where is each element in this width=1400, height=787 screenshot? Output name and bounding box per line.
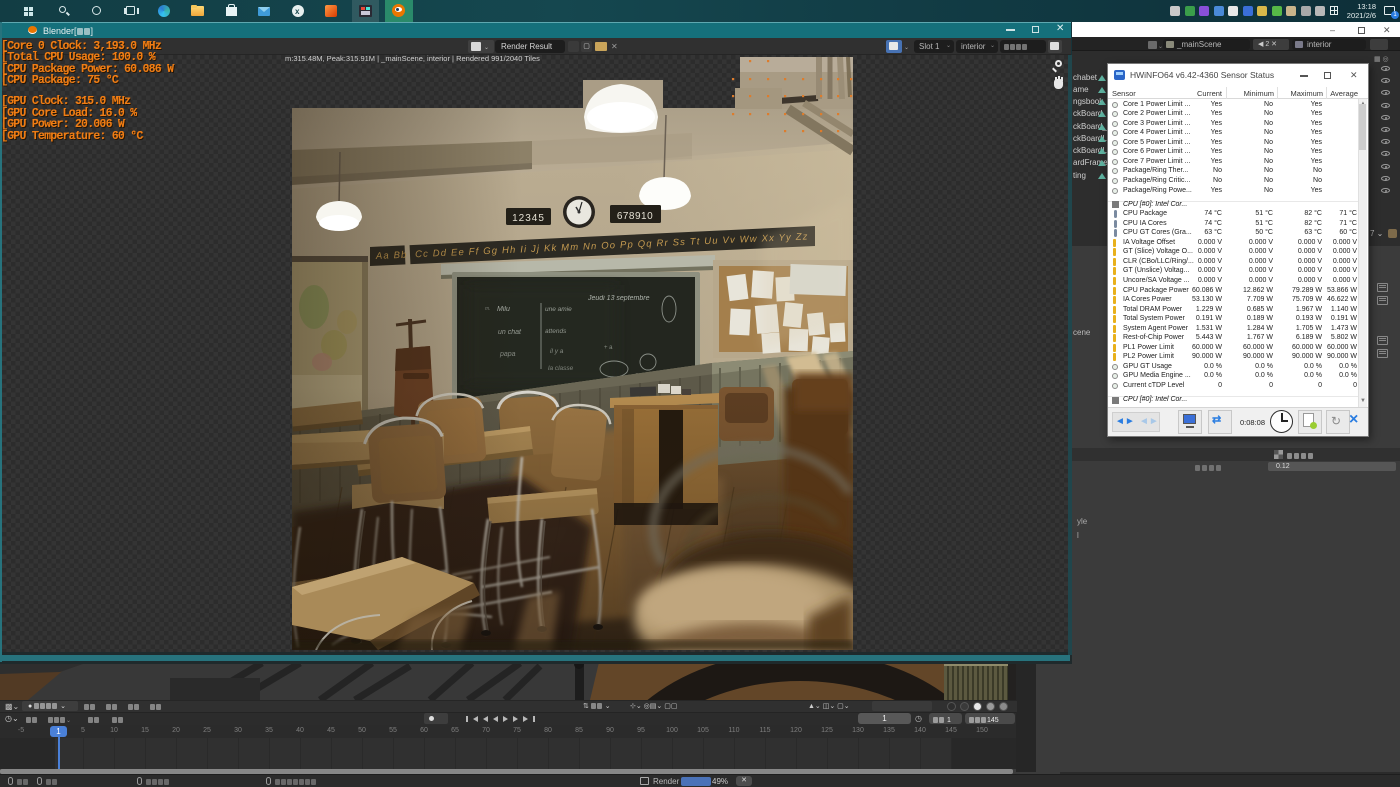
- svg-text:la classe: la classe: [548, 365, 574, 372]
- svg-text:attends: attends: [545, 328, 567, 335]
- svg-text:Jeudi 13 septembre: Jeudi 13 septembre: [587, 295, 650, 302]
- svg-text:678910: 678910: [617, 211, 653, 222]
- svg-text:une amie: une amie: [545, 306, 572, 313]
- svg-text:+ a: + a: [604, 345, 613, 351]
- svg-text:il y a: il y a: [550, 348, 564, 355]
